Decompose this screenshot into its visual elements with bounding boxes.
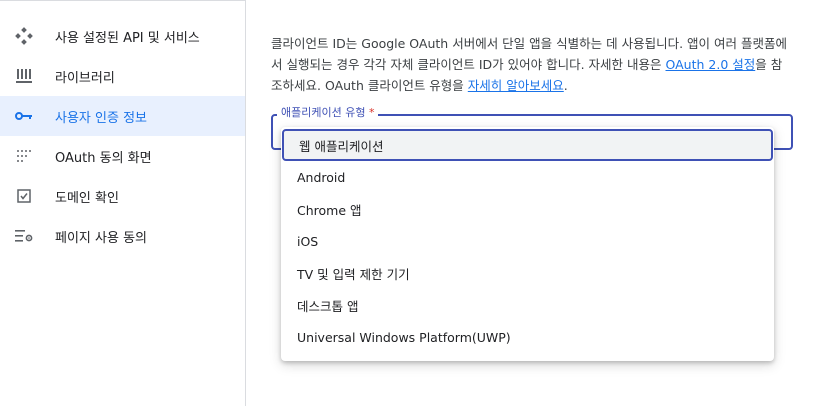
- sidebar-item-label: 라이브러리: [55, 70, 115, 86]
- required-mark: *: [368, 106, 375, 119]
- description-text: .: [563, 78, 568, 93]
- key-icon: [14, 106, 34, 126]
- application-type-dropdown-menu: 웹 애플리케이션 Android Chrome 앱 iOS TV 및 입력 제한…: [281, 127, 774, 361]
- sidebar-item-label: 페이지 사용 동의: [55, 230, 147, 246]
- option-ios[interactable]: iOS: [281, 225, 774, 257]
- sidebar-item-credentials[interactable]: 사용자 인증 정보: [0, 96, 245, 136]
- settings-list-icon: [14, 226, 34, 246]
- option-android[interactable]: Android: [281, 161, 774, 193]
- option-uwp[interactable]: Universal Windows Platform(UWP): [281, 321, 774, 353]
- sidebar-item-enabled-apis[interactable]: 사용 설정된 API 및 서비스: [0, 16, 245, 56]
- sidebar-item-page-usage-agreement[interactable]: 페이지 사용 동의: [0, 216, 245, 256]
- option-desktop-app[interactable]: 데스크톱 앱: [281, 289, 774, 321]
- option-tv-limited-input[interactable]: TV 및 입력 제한 기기: [281, 257, 774, 289]
- option-web-application[interactable]: 웹 애플리케이션: [282, 129, 773, 161]
- application-type-label: 애플리케이션 유형 *: [277, 104, 379, 120]
- sidebar-item-domain-verification[interactable]: 도메인 확인: [0, 176, 245, 216]
- sidebar-item-label: 도메인 확인: [55, 190, 119, 206]
- library-icon: [14, 66, 34, 86]
- sidebar-nav: 사용 설정된 API 및 서비스 라이브러리 사용자 인증 정보 OAuth 동…: [0, 0, 246, 406]
- api-diamond-icon: [14, 26, 34, 46]
- sidebar-item-oauth-consent[interactable]: OAuth 동의 화면: [0, 136, 245, 176]
- checkbox-icon: [14, 186, 34, 206]
- oauth-settings-link[interactable]: OAuth 2.0 설정: [666, 57, 756, 72]
- sidebar-item-label: 사용자 인증 정보: [55, 110, 147, 126]
- sidebar-top-divider: [0, 0, 246, 6]
- sidebar-item-library[interactable]: 라이브러리: [0, 56, 245, 96]
- select-label-text: 애플리케이션 유형: [281, 106, 366, 119]
- sidebar-item-label: OAuth 동의 화면: [55, 150, 152, 166]
- dots-grid-icon: [14, 146, 34, 166]
- client-id-description: 클라이언트 ID는 Google OAuth 서버에서 단일 앱을 식별하는 데…: [271, 33, 791, 96]
- sidebar-item-label: 사용 설정된 API 및 서비스: [55, 30, 200, 46]
- learn-more-link[interactable]: 자세히 알아보세요: [468, 78, 564, 93]
- option-chrome-app[interactable]: Chrome 앱: [281, 193, 774, 225]
